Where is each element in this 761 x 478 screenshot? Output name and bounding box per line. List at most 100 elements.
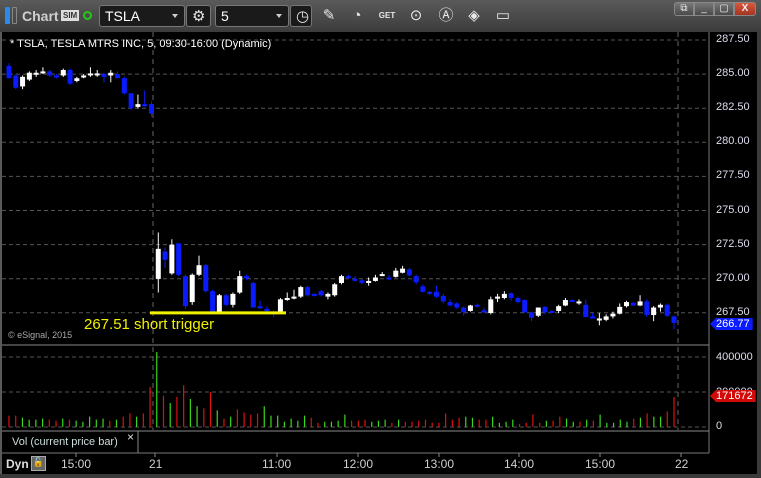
candle-body: [651, 307, 657, 316]
studies-icon[interactable]: ◔: [346, 5, 368, 27]
sim-badge: SIM: [61, 10, 80, 21]
candle-body: [359, 280, 365, 283]
candle-body: [617, 306, 623, 314]
candle-body: [60, 70, 66, 76]
candle-body: [298, 287, 304, 297]
candle-body: [67, 70, 73, 84]
candle-body: [54, 75, 59, 78]
time-axis-label: 15:00: [585, 457, 616, 471]
lock-icon[interactable]: 🔓: [31, 456, 46, 471]
candle-body: [434, 291, 439, 297]
candle-body: [461, 307, 467, 313]
price-axis-label: 277.50: [716, 169, 750, 182]
minimize-button[interactable]: _: [694, 2, 714, 16]
price-axis-label: 267.50: [716, 305, 750, 318]
volume-axis-label: 400000: [716, 351, 753, 363]
candle-body: [6, 65, 12, 79]
price-axis-label: 270.00: [716, 271, 750, 284]
candle-body: [196, 265, 202, 275]
candle-body: [542, 306, 548, 313]
candle-body: [189, 274, 195, 303]
candle-body: [203, 265, 209, 292]
candle-body: [474, 304, 480, 307]
candle-body: [121, 78, 127, 94]
candle-body: [495, 296, 501, 299]
chevron-down-icon[interactable]: [172, 14, 178, 18]
symbol-value: TSLA: [105, 8, 141, 24]
toolbar: Chart SIM TSLA ⚙ 5 ◷ ✎ ◔ GET ⊙ Ⓐ ◈ ▭ ⧉ _…: [0, 0, 761, 32]
candle-body: [590, 316, 596, 319]
price-axis-label: 280.00: [716, 135, 750, 148]
candle-body: [257, 306, 263, 309]
candle-body: [182, 276, 188, 307]
candle-body: [393, 270, 399, 277]
candle-body: [413, 276, 419, 283]
candle-body: [427, 291, 433, 294]
candle-body: [47, 71, 53, 76]
link-icon[interactable]: [5, 7, 10, 24]
time-axis-label: 11:00: [262, 457, 292, 471]
candle-body: [467, 305, 473, 311]
candle-body: [135, 104, 141, 107]
candle-body: [420, 286, 426, 292]
candle-body: [569, 300, 575, 303]
candle-body: [223, 295, 229, 305]
candle-body: [610, 313, 616, 317]
candle-body: [40, 71, 46, 74]
trigger-annotation[interactable]: 267.51 short trigger: [84, 316, 214, 333]
play-icon[interactable]: ⊙: [405, 5, 427, 27]
candle-body: [230, 293, 236, 305]
close-study-icon[interactable]: ×: [127, 430, 134, 444]
chart-canvas[interactable]: [2, 32, 759, 474]
window-title: Chart: [22, 8, 59, 24]
candle-body: [440, 295, 446, 302]
connection-status-icon: [83, 11, 92, 20]
chevron-down-icon[interactable]: [276, 14, 282, 18]
clock-icon[interactable]: ◷: [290, 5, 312, 27]
candle-body: [284, 297, 290, 300]
settings-icon[interactable]: ⚙: [186, 5, 211, 27]
candle-body: [644, 301, 650, 316]
chart-area[interactable]: * TSLA, TESLA MTRS INC, 5, 09:30-16:00 (…: [0, 32, 757, 474]
last-volume-tag: 171672: [710, 390, 756, 402]
candle-body: [379, 274, 385, 277]
get-icon[interactable]: GET: [376, 5, 398, 27]
tag-icon[interactable]: ◈: [463, 5, 485, 27]
candle-body: [562, 300, 568, 306]
candle-body: [237, 276, 243, 293]
dyn-toggle[interactable]: Dyn: [6, 457, 29, 471]
candle-body: [630, 302, 636, 306]
close-button[interactable]: X: [734, 2, 756, 16]
candle-body: [596, 318, 602, 321]
maximize-button[interactable]: ▢: [714, 2, 734, 16]
time-axis-label: 13:00: [424, 457, 455, 471]
candle-body: [33, 72, 39, 75]
alert-icon[interactable]: Ⓐ: [435, 5, 457, 27]
candle-body: [74, 78, 80, 81]
pencil-icon[interactable]: ✎: [318, 5, 340, 27]
comment-icon[interactable]: ▭: [492, 5, 514, 27]
candle-body: [291, 296, 297, 299]
candle-body: [81, 75, 87, 78]
candle-body: [454, 303, 460, 308]
time-axis-label: 15:00: [61, 457, 92, 471]
candle-body: [671, 316, 677, 323]
candle-body: [501, 293, 507, 298]
symbol-input[interactable]: TSLA: [99, 5, 185, 27]
candle-body: [13, 75, 19, 88]
candle-body: [657, 304, 663, 308]
candle-body: [406, 269, 412, 276]
candle-body: [339, 276, 344, 283]
candle-body: [515, 297, 521, 303]
candle-body: [488, 299, 494, 313]
candle-body: [277, 299, 283, 312]
last-price-tag: 266.77: [710, 318, 753, 330]
candle-body: [115, 74, 121, 79]
interval-input[interactable]: 5: [215, 5, 289, 27]
candle-body: [332, 284, 338, 296]
link-window-button[interactable]: ⧉: [674, 2, 694, 16]
candle-body: [508, 293, 514, 298]
candle-body: [244, 276, 249, 279]
candle-body: [664, 304, 670, 316]
link-icon-secondary: [12, 7, 17, 24]
